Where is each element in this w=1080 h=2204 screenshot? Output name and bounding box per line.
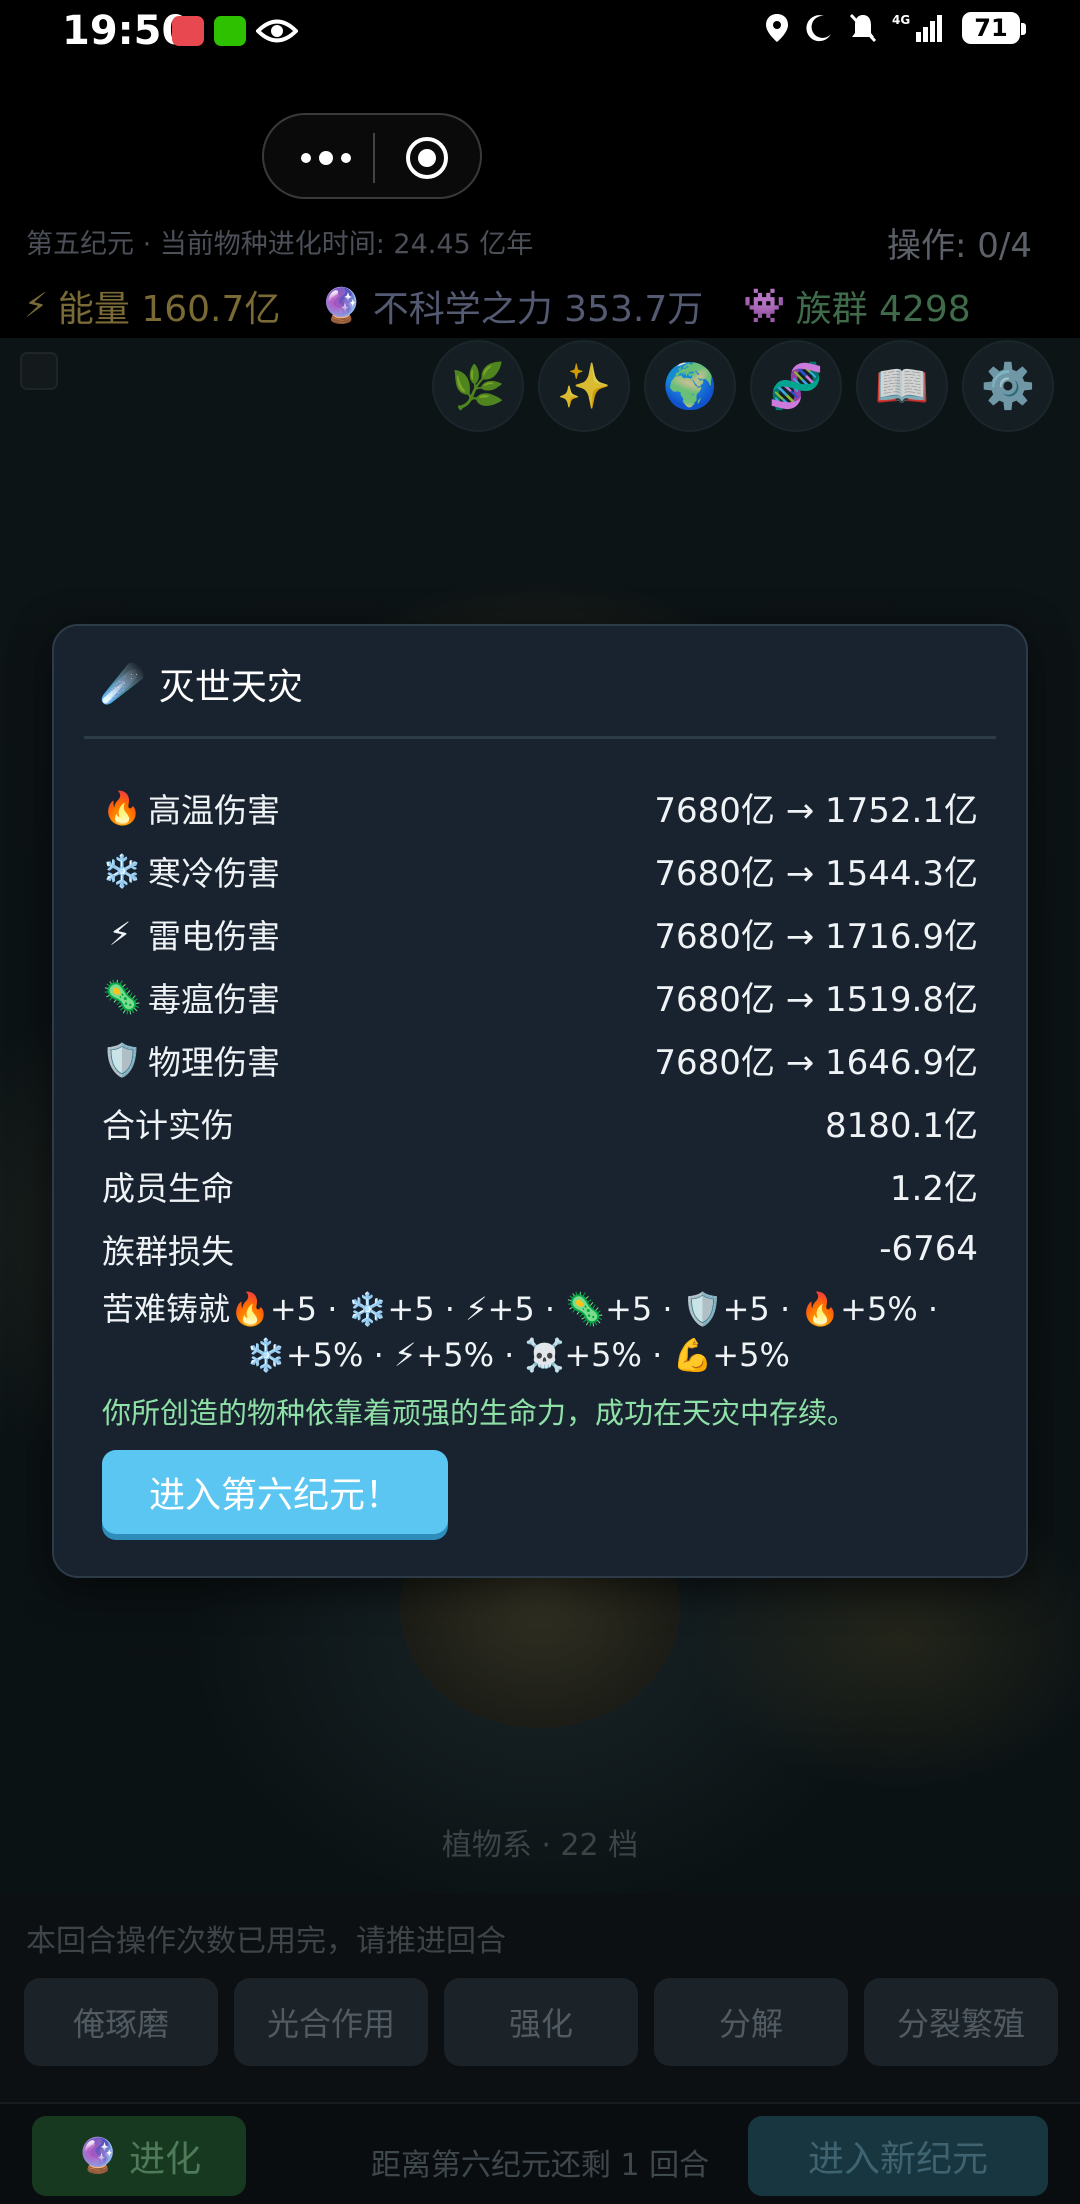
footer-bar: 🔮 进化 距离第六纪元还剩 1 回合 进入新纪元: [0, 2102, 1080, 2204]
signal-icon: 4G: [892, 13, 942, 42]
lightning-icon: ⚡: [108, 914, 132, 953]
clan-resource: 👾 族群 4298: [743, 280, 970, 332]
damage-row-plague: 🦠 毒瘟伤害 7680亿 → 1519.8亿: [102, 965, 978, 1028]
action-strengthen-button[interactable]: 强化: [444, 1978, 638, 2066]
alien-monster-icon: 👾: [743, 286, 786, 326]
globe-icon[interactable]: 🌍: [644, 340, 736, 432]
survive-message: 你所创造的物种依靠着顽强的生命力，成功在天灾中存续。: [102, 1396, 857, 1430]
tool-bar: 🌿 ✨ 🌍 🧬 📖 ⚙️: [432, 340, 1054, 432]
book-icon[interactable]: 📖: [856, 340, 948, 432]
power-value: 不科学之力 353.7万: [372, 289, 704, 330]
action-decompose-button[interactable]: 分解: [654, 1978, 848, 2066]
row-value: 7680亿 → 1752.1亿: [654, 791, 978, 831]
sparkles-icon[interactable]: ✨: [538, 340, 630, 432]
row-label: 物理伤害: [148, 1042, 280, 1082]
energy-resource: ⚡ 能量 160.7亿: [24, 280, 280, 332]
row-value: -6764: [879, 1228, 978, 1269]
eye-icon: [256, 19, 298, 43]
damage-row-heat: 🔥 高温伤害 7680亿 → 1752.1亿: [102, 776, 978, 839]
damage-table: 🔥 高温伤害 7680亿 → 1752.1亿 ❄️ 寒冷伤害 7680亿 → 154…: [102, 776, 978, 1280]
row-label: 族群损失: [102, 1231, 234, 1271]
hardship-bonus: 苦难铸就🔥+5 · ❄️+5 · ⚡+5 · 🦠+5 · 🛡️+5 · 🔥+5%…: [102, 1286, 978, 1378]
bonus-line-1: 🔥+5 · ❄️+5 · ⚡+5 · 🦠+5 · 🛡️+5 · 🔥+5% ·: [230, 1290, 939, 1328]
bonus-label: 苦难铸就: [102, 1290, 231, 1328]
clan-value: 族群 4298: [795, 289, 971, 330]
row-value: 8180.1亿: [825, 1106, 978, 1146]
bonus-line-2: ❄️+5% · ⚡+5% · ☠️+5% · 💪+5%: [246, 1336, 790, 1374]
huawei-app-icon: [172, 16, 204, 46]
row-label: 合计实伤: [102, 1105, 234, 1145]
faction-label: 植物系 · 22 档: [441, 1828, 639, 1863]
row-label: 寒冷伤害: [148, 853, 280, 893]
microbe-icon: 🦠: [102, 977, 142, 1016]
close-miniprogram-icon[interactable]: [404, 135, 450, 181]
row-value: 7680亿 → 1519.8亿: [654, 980, 978, 1020]
comet-icon: ☄️: [100, 664, 145, 705]
mute-bell-icon: [849, 13, 877, 43]
dialog-title: ☄️ 灭世天灾: [100, 658, 303, 710]
row-value: 7680亿 → 1646.9亿: [654, 1043, 978, 1083]
dialog-divider: [84, 736, 996, 739]
total-damage-row: 合计实伤 8180.1亿: [102, 1091, 978, 1154]
row-value: 7680亿 → 1716.9亿: [654, 917, 978, 957]
gear-icon[interactable]: ⚙️: [962, 340, 1054, 432]
clan-loss-row: 族群损失 -6764: [102, 1217, 978, 1280]
era-info: 第五纪元 · 当前物种进化时间: 24.45 亿年: [26, 229, 534, 260]
row-label: 高温伤害: [148, 790, 280, 830]
row-label: 毒瘟伤害: [148, 979, 280, 1019]
location-icon: [766, 14, 788, 42]
damage-row-thunder: ⚡ 雷电伤害 7680亿 → 1716.9亿: [102, 902, 978, 965]
lightning-icon: ⚡: [24, 286, 48, 326]
status-bar: 19:50 4G 71: [0, 0, 1080, 64]
shield-icon: 🛡️: [102, 1040, 142, 1079]
fire-icon: 🔥: [102, 788, 142, 827]
toggle-checkbox[interactable]: [20, 352, 58, 390]
status-time: 19:50: [62, 8, 190, 54]
turn-tip: 本回合操作次数已用完，请推进回合: [26, 1924, 506, 1959]
row-value: 1.2亿: [889, 1169, 978, 1209]
row-label: 雷电伤害: [148, 916, 280, 956]
action-buttons: 俺琢磨 光合作用 强化 分解 分裂繁殖: [24, 1978, 1058, 2066]
bottom-panel: 本回合操作次数已用完，请推进回合 俺琢磨 光合作用 强化 分解 分裂繁殖 🔮 进…: [0, 1894, 1080, 2204]
action-ponder-button[interactable]: 俺琢磨: [24, 1978, 218, 2066]
status-icons: 4G 71: [764, 12, 1026, 44]
wechat-icon: [214, 16, 246, 46]
plant-icon[interactable]: 🌿: [432, 340, 524, 432]
new-era-button[interactable]: 进入新纪元: [748, 2116, 1048, 2196]
dialog-title-text: 灭世天灾: [158, 667, 303, 708]
ops-counter: 操作: 0/4: [887, 226, 1032, 266]
crystal-ball-icon: 🔮: [320, 286, 363, 326]
damage-row-cold: ❄️ 寒冷伤害 7680亿 → 1544.3亿: [102, 839, 978, 902]
damage-row-physical: 🛡️ 物理伤害 7680亿 → 1646.9亿: [102, 1028, 978, 1091]
action-photosynthesis-button[interactable]: 光合作用: [234, 1978, 428, 2066]
snowflake-icon: ❄️: [102, 851, 142, 890]
enter-sixth-era-button[interactable]: 进入第六纪元！: [102, 1450, 448, 1534]
resources-bar: ⚡ 能量 160.7亿 🔮 不科学之力 353.7万 👾 族群 4298: [24, 280, 1011, 332]
svg-text:4G: 4G: [892, 13, 910, 27]
row-value: 7680亿 → 1544.3亿: [654, 854, 978, 894]
action-fission-button[interactable]: 分裂繁殖: [864, 1978, 1058, 2066]
dna-icon[interactable]: 🧬: [750, 340, 842, 432]
catastrophe-dialog: ☄️ 灭世天灾 🔥 高温伤害 7680亿 → 1752.1亿 ❄️ 寒冷伤害 768…: [52, 624, 1028, 1578]
moon-icon: [806, 15, 831, 42]
row-label: 成员生命: [102, 1168, 234, 1208]
power-resource: 🔮 不科学之力 353.7万: [320, 280, 703, 332]
energy-value: 能量 160.7亿: [57, 289, 281, 330]
app-screen: 19:50 4G 71 第五纪元 · 当前物种进化时间: 24.45 亿年 操作…: [0, 0, 1080, 2204]
miniprogram-capsule: [262, 113, 482, 199]
capsule-divider: [373, 133, 375, 183]
battery-indicator: 71: [962, 12, 1026, 44]
member-life-row: 成员生命 1.2亿: [102, 1154, 978, 1217]
more-icon[interactable]: [294, 143, 358, 173]
